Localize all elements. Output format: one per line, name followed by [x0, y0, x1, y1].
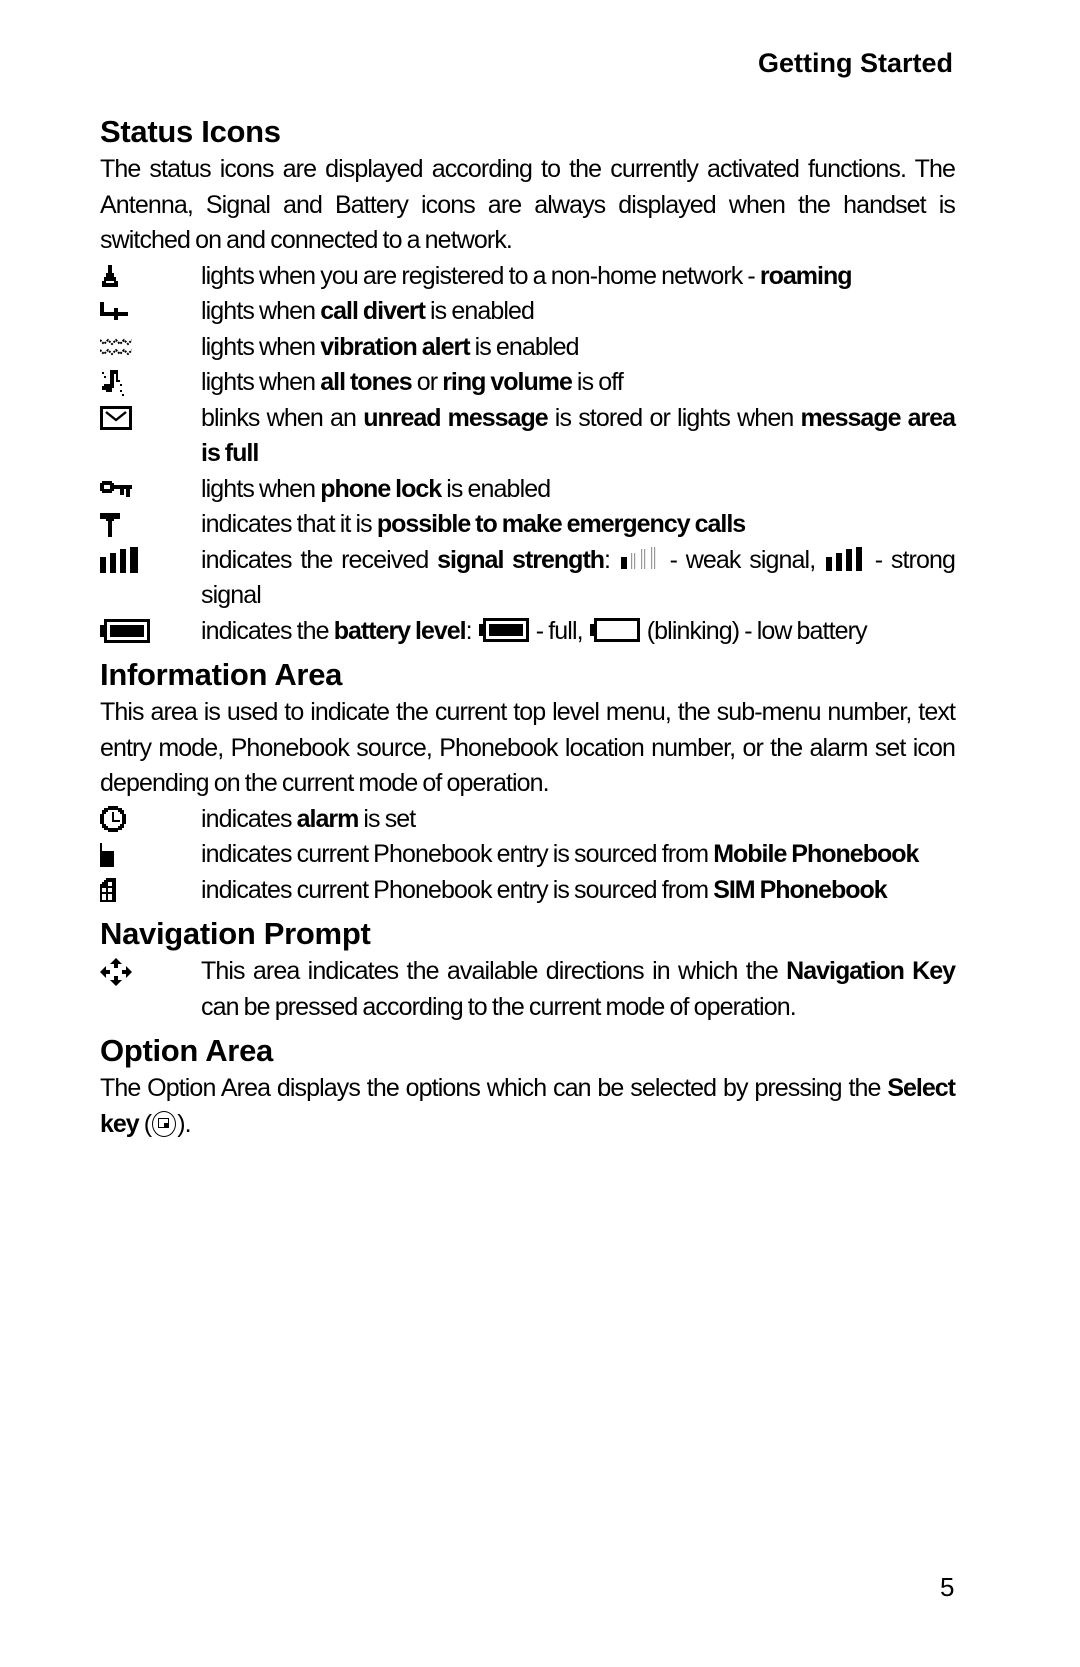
list-item: indicates alarm is set	[100, 802, 955, 838]
phone-lock-icon	[100, 472, 201, 508]
list-item: lights when phone lock is enabled	[100, 472, 955, 508]
list-item: indicates current Phonebook entry is sou…	[100, 837, 955, 873]
list-item: indicates that it is possible to make em…	[100, 507, 955, 543]
battery-icon	[100, 614, 201, 650]
section-title: Information Area	[100, 657, 343, 692]
list-item: This area indicates the available direct…	[100, 954, 956, 1025]
section-option-area: Option Area The Option Area displays the…	[100, 1031, 956, 1142]
section-intro: The status icons are displayed according…	[100, 155, 956, 254]
section-title: Navigation Prompt	[100, 916, 371, 951]
list-item: blinks when an unread message is stored …	[100, 401, 956, 472]
vibration-icon	[100, 330, 201, 366]
sim-phonebook-icon	[100, 873, 201, 909]
section-information-area: Information Area This area is used to in…	[100, 655, 956, 909]
page-content: Status Icons The status icons are displa…	[100, 112, 956, 1142]
message-icon	[100, 401, 201, 437]
mobile-phonebook-icon	[100, 837, 201, 873]
section-title: Status Icons	[100, 114, 281, 149]
running-header: Getting Started	[757, 48, 953, 78]
section-title: Option Area	[100, 1033, 273, 1068]
list-item: indicates current Phonebook entry is sou…	[100, 873, 955, 909]
antenna-icon	[100, 507, 201, 543]
battery-full-icon	[478, 617, 529, 642]
section-status-icons: Status Icons The status icons are displa…	[100, 112, 956, 650]
list-item: indicates the battery level: - full, (bl…	[100, 614, 955, 650]
alarm-icon	[100, 802, 201, 838]
list-item: lights when all tones or ring volume is …	[100, 365, 955, 401]
signal-strength-icon	[100, 543, 201, 579]
weak-signal-icon	[620, 546, 659, 571]
page-number: 5	[940, 1572, 955, 1602]
call-divert-icon	[100, 294, 201, 330]
battery-low-icon	[589, 617, 640, 642]
list-item: indicates the received signal strength: …	[100, 543, 956, 614]
section-intro: This area is used to indicate the curren…	[100, 698, 956, 797]
navigation-arrows-icon	[100, 954, 201, 990]
strong-signal-icon	[825, 546, 864, 571]
list-item: lights when you are registered to a non-…	[100, 259, 955, 295]
section-navigation-prompt: Navigation Prompt This area indicates th…	[100, 914, 956, 1025]
silent-icon	[100, 365, 201, 401]
manual-page: Getting Started Status Icons The status …	[0, 0, 1080, 1667]
list-item: lights when vibration alert is enabled	[100, 330, 955, 366]
section-body: The Option Area displays the options whi…	[100, 1074, 956, 1138]
roaming-icon	[100, 259, 201, 295]
list-item: lights when call divert is enabled	[100, 294, 955, 330]
select-key-icon	[152, 1110, 177, 1137]
